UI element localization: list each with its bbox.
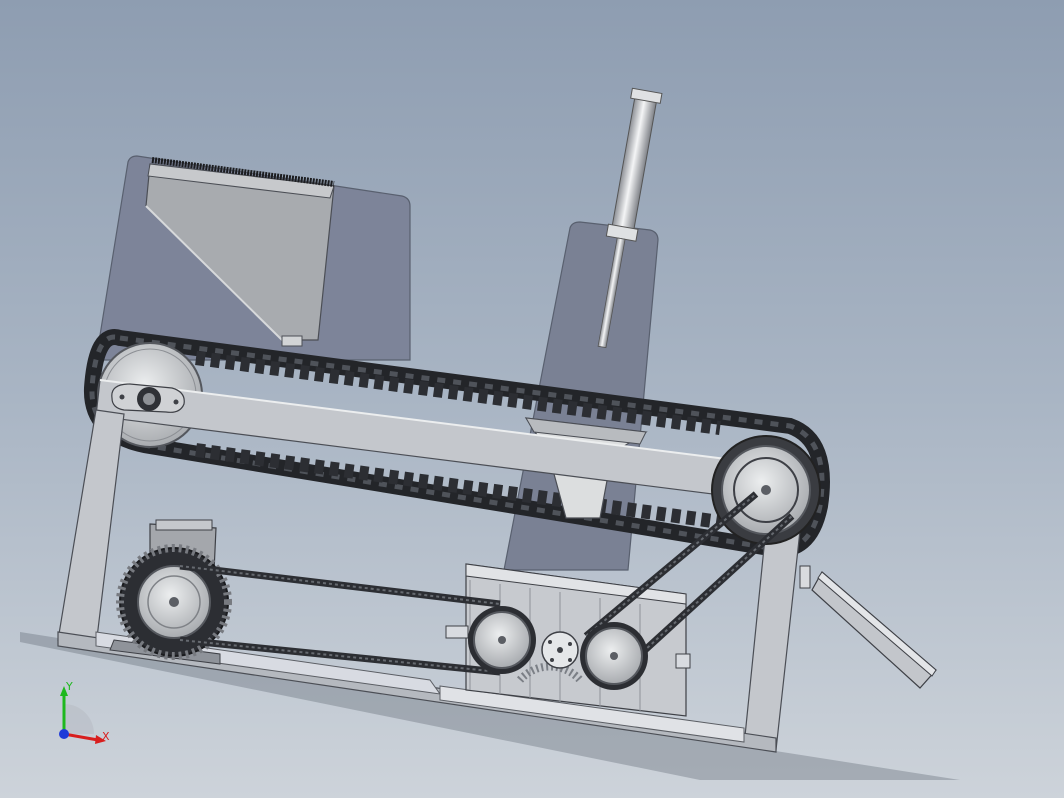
x-axis-line (63, 732, 99, 742)
y-axis-label: Y (65, 680, 73, 693)
z-axis-point (59, 729, 69, 739)
coordinate-triad: Y X (59, 680, 110, 744)
discharge-chute[interactable] (799, 565, 937, 689)
assembly-model[interactable]: Y X (0, 0, 1064, 798)
cad-viewport[interactable]: Y X (0, 0, 1064, 798)
frame-left-leg (57, 409, 125, 647)
x-axis-label: X (102, 730, 110, 743)
gearbox-output-pulley[interactable] (580, 622, 648, 690)
idler-pulley[interactable] (711, 435, 821, 545)
gearbox-input-pulley[interactable] (468, 606, 536, 674)
bearing-block[interactable] (111, 383, 185, 413)
